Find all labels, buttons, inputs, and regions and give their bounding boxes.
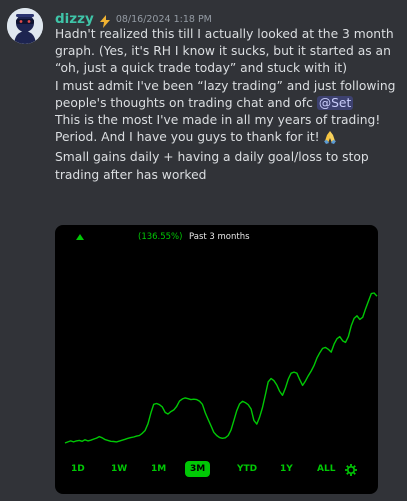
portfolio-chart-image[interactable]: (136.55%) Past 3 months 1D 1W 1M 3M YTD 1Y ALL bbox=[55, 225, 378, 494]
username[interactable]: dizzy bbox=[55, 11, 94, 27]
gear-icon[interactable] bbox=[345, 464, 357, 479]
message-paragraph-with-emoji: This is the most I've made in all my yea… bbox=[55, 112, 403, 149]
message-paragraph: Hadn't realized this till I actually loo… bbox=[55, 27, 394, 76]
series-line bbox=[64, 292, 378, 444]
message-header: dizzy 08/16/2024 1:18 PM bbox=[55, 11, 212, 28]
message-paragraph: Small gains daily + having a daily goal/… bbox=[55, 150, 369, 182]
range-tab-all[interactable]: ALL bbox=[317, 464, 335, 474]
message-content: Hadn't realized this till I actually loo… bbox=[55, 26, 403, 184]
user-mention[interactable]: @Set bbox=[316, 95, 354, 110]
folded-hands-icon[interactable] bbox=[322, 129, 338, 149]
range-tab-1w[interactable]: 1W bbox=[111, 464, 127, 474]
timestamp: 08/16/2024 1:18 PM bbox=[115, 13, 212, 25]
line-chart bbox=[64, 292, 378, 444]
range-tab-1d[interactable]: 1D bbox=[71, 464, 85, 474]
range-tab-1y[interactable]: 1Y bbox=[280, 464, 293, 474]
range-tab-1m[interactable]: 1M bbox=[151, 464, 166, 474]
range-tab-ytd[interactable]: YTD bbox=[237, 464, 257, 474]
avatar[interactable] bbox=[7, 8, 43, 44]
message-paragraph-with-mention: I must admit I've been “lazy trading” an… bbox=[55, 78, 403, 112]
range-tab-3m[interactable]: 3M bbox=[185, 461, 211, 477]
avatar-image bbox=[7, 8, 43, 44]
range-selector: 1D 1W 1M 3M YTD 1Y ALL bbox=[55, 461, 378, 481]
lightning-bolt-icon[interactable] bbox=[99, 13, 110, 28]
